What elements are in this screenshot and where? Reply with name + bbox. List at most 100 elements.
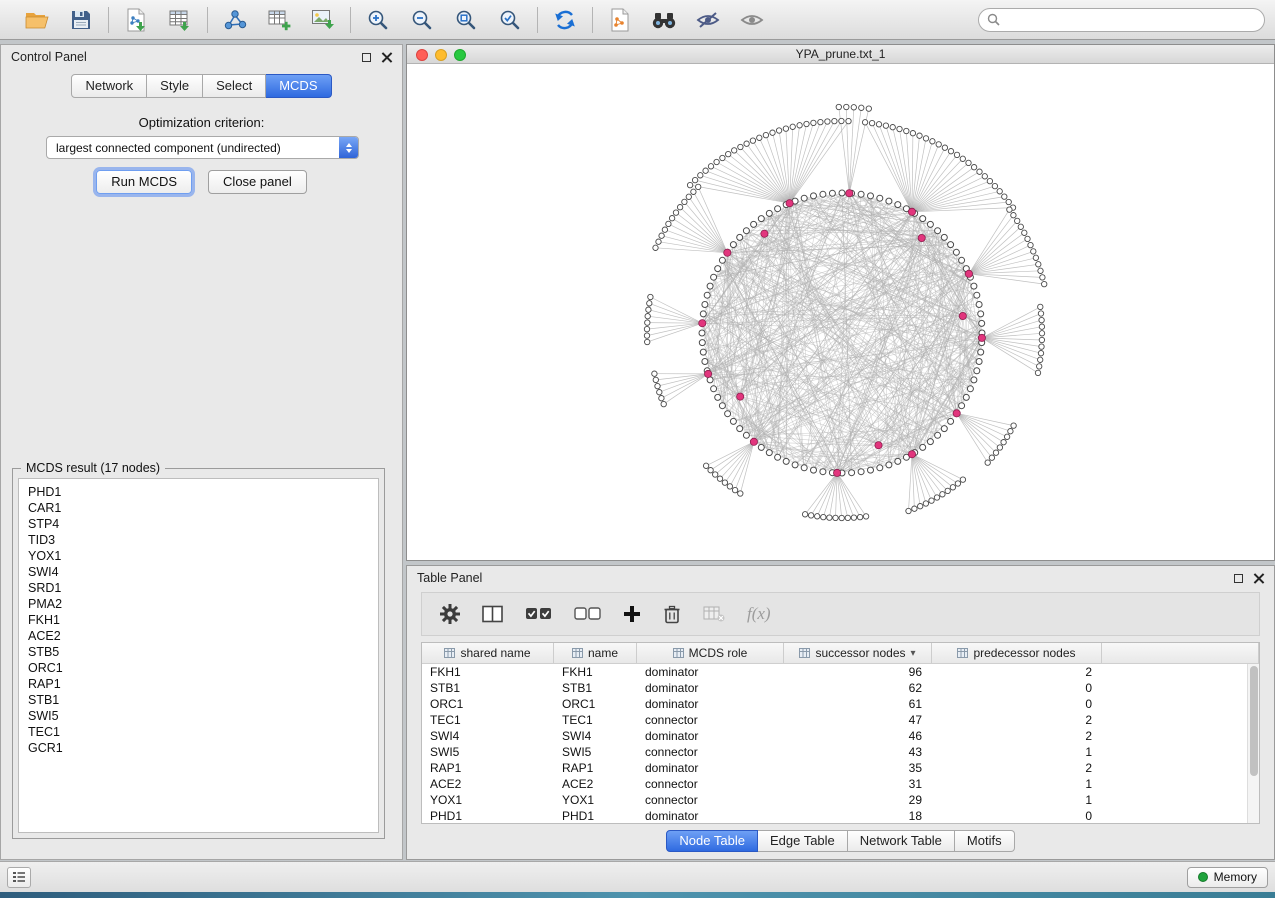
- list-item[interactable]: STP4: [19, 516, 378, 532]
- table-row[interactable]: FKH1FKH1dominator962: [422, 664, 1247, 680]
- table-row[interactable]: STB1STB1dominator620: [422, 680, 1247, 696]
- delete-column-icon[interactable]: [663, 604, 681, 624]
- table-panel: Table Panel f(x) shared namenameMCDS: [406, 565, 1275, 860]
- import-network-file-icon[interactable]: [121, 5, 151, 35]
- tab-style[interactable]: Style: [147, 74, 203, 98]
- new-group: [208, 5, 350, 35]
- table-panel-header: Table Panel: [407, 566, 1274, 590]
- cell-pred: 0: [932, 696, 1102, 712]
- list-item[interactable]: FKH1: [19, 612, 378, 628]
- open-folder-icon[interactable]: [22, 5, 52, 35]
- cell-succ: 96: [784, 664, 932, 680]
- zoom-fit-icon[interactable]: [451, 5, 481, 35]
- close-panel-icon[interactable]: [381, 52, 392, 63]
- table-row[interactable]: TEC1TEC1connector472: [422, 712, 1247, 728]
- criterion-dropdown[interactable]: largest connected component (undirected): [46, 136, 359, 159]
- list-item[interactable]: SWI5: [19, 708, 378, 724]
- export-network-icon[interactable]: [605, 5, 635, 35]
- tab-edge-table[interactable]: Edge Table: [758, 830, 848, 852]
- table-row[interactable]: PHD1PHD1dominator180: [422, 808, 1247, 823]
- cell-pred: 1: [932, 776, 1102, 792]
- minimize-window-icon[interactable]: [435, 49, 447, 61]
- column-grid-icon: [799, 648, 810, 658]
- list-item[interactable]: ACE2: [19, 628, 378, 644]
- column-header-MCDS-role[interactable]: MCDS role: [637, 643, 784, 663]
- column-header-shared-name[interactable]: shared name: [422, 643, 554, 663]
- task-history-button[interactable]: [7, 867, 31, 888]
- network-titlebar[interactable]: YPA_prune.txt_1: [407, 45, 1274, 64]
- search-input[interactable]: [1005, 13, 1256, 27]
- tab-network[interactable]: Network: [71, 74, 147, 98]
- list-item[interactable]: CAR1: [19, 500, 378, 516]
- table-row[interactable]: SWI5SWI5connector431: [422, 744, 1247, 760]
- cell-succ: 35: [784, 760, 932, 776]
- table-scrollbar[interactable]: [1247, 664, 1259, 823]
- zoom-in-icon[interactable]: [363, 5, 393, 35]
- table-row[interactable]: ACE2ACE2connector311: [422, 776, 1247, 792]
- column-header-successor-nodes[interactable]: successor nodes▾: [784, 643, 932, 663]
- tab-select[interactable]: Select: [203, 74, 266, 98]
- table-body[interactable]: FKH1FKH1dominator962STB1STB1dominator620…: [422, 664, 1247, 823]
- import-table-file-icon[interactable]: [165, 5, 195, 35]
- control-panel: Control Panel NetworkStyleSelectMCDS Opt…: [0, 44, 403, 860]
- list-item[interactable]: ORC1: [19, 660, 378, 676]
- float-panel-icon[interactable]: [1234, 574, 1243, 583]
- mcds-result-list[interactable]: PHD1CAR1STP4TID3YOX1SWI4SRD1PMA2FKH1ACE2…: [18, 478, 379, 833]
- list-item[interactable]: YOX1: [19, 548, 378, 564]
- close-panel-icon[interactable]: [1253, 573, 1264, 584]
- new-network-icon[interactable]: [220, 5, 250, 35]
- export-image-icon[interactable]: [308, 5, 338, 35]
- table-row[interactable]: SWI4SWI4dominator462: [422, 728, 1247, 744]
- scrollbar-thumb[interactable]: [1250, 666, 1258, 776]
- tab-node-table[interactable]: Node Table: [666, 830, 758, 852]
- cell-name: SWI4: [554, 728, 637, 744]
- zoom-out-icon[interactable]: [407, 5, 437, 35]
- search-field[interactable]: [978, 8, 1265, 32]
- tab-motifs[interactable]: Motifs: [955, 830, 1015, 852]
- run-mcds-button[interactable]: Run MCDS: [96, 170, 192, 194]
- memory-button[interactable]: Memory: [1187, 867, 1268, 888]
- tab-network-table[interactable]: Network Table: [848, 830, 955, 852]
- list-item[interactable]: STB1: [19, 692, 378, 708]
- tab-mcds[interactable]: MCDS: [266, 74, 331, 98]
- sort-indicator-icon: ▾: [911, 648, 916, 659]
- cell-shared: PHD1: [422, 808, 554, 823]
- list-item[interactable]: PHD1: [19, 484, 378, 500]
- gear-icon[interactable]: [440, 604, 460, 624]
- memory-status-icon: [1198, 872, 1208, 882]
- maximize-window-icon[interactable]: [454, 49, 466, 61]
- cell-role: dominator: [637, 760, 784, 776]
- close-window-icon[interactable]: [416, 49, 428, 61]
- close-panel-button[interactable]: Close panel: [208, 170, 307, 194]
- list-item[interactable]: SRD1: [19, 580, 378, 596]
- select-all-checkboxes-icon[interactable]: [525, 606, 552, 622]
- column-header-name[interactable]: name: [554, 643, 637, 663]
- cell-shared: YOX1: [422, 792, 554, 808]
- hide-selection-eye-icon[interactable]: [693, 5, 723, 35]
- split-columns-icon[interactable]: [482, 605, 503, 623]
- session-group: [10, 5, 108, 35]
- list-item[interactable]: RAP1: [19, 676, 378, 692]
- new-table-icon[interactable]: [264, 5, 294, 35]
- show-selection-eye-icon[interactable]: [737, 5, 767, 35]
- clear-checkboxes-icon[interactable]: [574, 606, 601, 622]
- search-binoculars-icon[interactable]: [649, 5, 679, 35]
- list-item[interactable]: TID3: [19, 532, 378, 548]
- table-row[interactable]: RAP1RAP1dominator352: [422, 760, 1247, 776]
- network-graph[interactable]: [407, 65, 1274, 561]
- list-item[interactable]: SWI4: [19, 564, 378, 580]
- save-session-icon[interactable]: [66, 5, 96, 35]
- list-item[interactable]: TEC1: [19, 724, 378, 740]
- float-panel-icon[interactable]: [362, 53, 371, 62]
- table-row[interactable]: ORC1ORC1dominator610: [422, 696, 1247, 712]
- zoom-selected-icon[interactable]: [495, 5, 525, 35]
- column-header-predecessor-nodes[interactable]: predecessor nodes: [932, 643, 1102, 663]
- list-item[interactable]: GCR1: [19, 740, 378, 756]
- list-item[interactable]: PMA2: [19, 596, 378, 612]
- cell-shared: ORC1: [422, 696, 554, 712]
- network-window: YPA_prune.txt_1: [406, 44, 1275, 561]
- refresh-layout-icon[interactable]: [550, 5, 580, 35]
- add-column-icon[interactable]: [623, 605, 641, 623]
- table-row[interactable]: YOX1YOX1connector291: [422, 792, 1247, 808]
- list-item[interactable]: STB5: [19, 644, 378, 660]
